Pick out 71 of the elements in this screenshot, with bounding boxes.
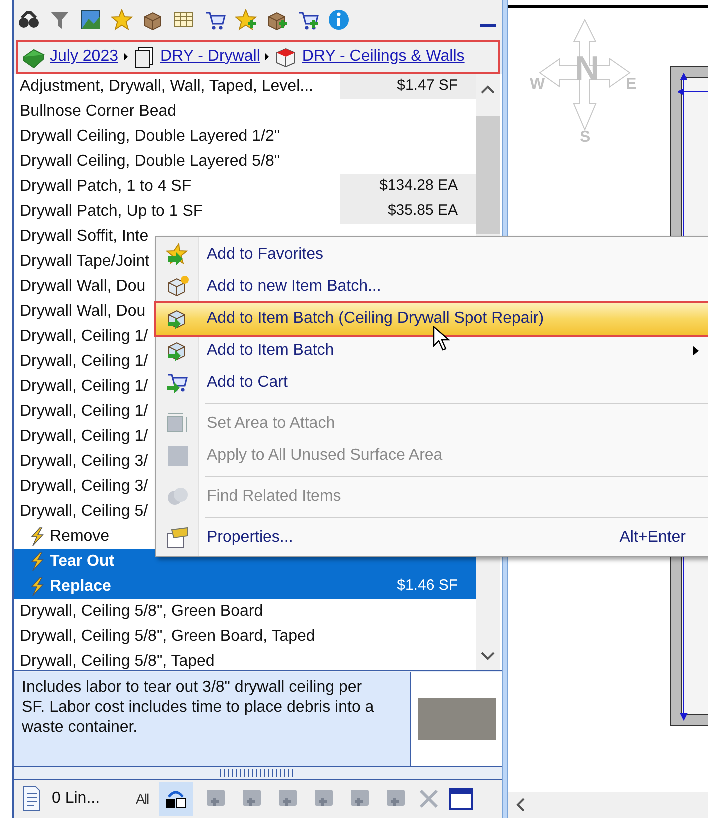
list-item-label[interactable]: Bullnose Corner Bead — [20, 100, 177, 124]
compass-label: N — [575, 49, 600, 90]
list-item-label[interactable]: Drywall, Ceiling 5/ — [20, 500, 148, 524]
breadcrumb-link[interactable]: July 2023 — [50, 45, 118, 69]
list-item-label[interactable]: Drywall, Ceiling 1/ — [20, 324, 148, 348]
list-item-price: $134.28 EA — [380, 176, 458, 196]
info-icon[interactable] — [328, 9, 350, 31]
list-item-label[interactable]: Drywall, Ceiling 5/8", Taped — [20, 650, 215, 670]
list-item-label[interactable]: Replace — [50, 574, 112, 598]
properties-icon — [166, 526, 190, 550]
line-count-label: 0 Lin... — [52, 789, 102, 809]
list-item-label[interactable]: Drywall Wall, Dou — [20, 300, 146, 324]
swap-button[interactable] — [158, 782, 193, 816]
breadcrumb-arrow-icon — [122, 52, 128, 62]
list-item-label[interactable]: Drywall Patch, 1 to 4 SF — [20, 174, 192, 198]
list-item-label[interactable]: Drywall, Ceiling 1/ — [20, 374, 148, 398]
new-box-icon — [166, 275, 190, 299]
mouse-cursor-icon — [433, 326, 451, 352]
list-item-label[interactable]: Drywall, Ceiling 1/ — [20, 424, 148, 448]
context-menu-item: Apply to All Unused Surface Area — [156, 440, 708, 472]
scroll-left-icon[interactable] — [516, 798, 525, 812]
list-item-label[interactable]: Adjustment, Drywall, Wall, Taped, Level... — [20, 74, 314, 98]
list-item-price: $1.46 SF — [397, 576, 458, 596]
selected-list-row[interactable]: Replace $1.46 SF — [14, 574, 476, 599]
list-item-label[interactable]: Drywall Patch, Up to 1 SF — [20, 200, 204, 224]
compass-label: S — [580, 128, 591, 148]
list-item-label[interactable]: Remove — [50, 524, 110, 548]
context-menu-item[interactable]: Add to Favorites — [156, 239, 708, 271]
list-item-label[interactable]: Drywall, Ceiling 1/ — [20, 350, 148, 374]
list-item-label[interactable]: Drywall, Ceiling 5/8", Green Board, Taped — [20, 624, 316, 648]
context-menu-item: Find Related Items — [156, 481, 708, 513]
list-item-label[interactable]: Drywall, Ceiling 3/ — [20, 450, 148, 474]
splitter-grip-icon[interactable] — [220, 769, 296, 777]
scroll-up-icon[interactable] — [481, 84, 495, 94]
list-item-label[interactable]: Drywall Soffit, Inte — [20, 224, 149, 248]
compass-label: E — [626, 75, 637, 95]
breadcrumb-arrow-icon — [264, 52, 270, 62]
list-item-price: $35.85 EA — [388, 201, 458, 222]
context-menu-item[interactable]: Add to Cart — [156, 367, 708, 399]
list-item-price: $1.47 SF — [397, 76, 458, 96]
add-star-icon[interactable] — [235, 9, 257, 31]
list-item-label[interactable]: Drywall Ceiling, Double Layered 1/2" — [20, 124, 280, 148]
list-item-label[interactable]: Drywall Ceiling, Double Layered 5/8" — [20, 150, 280, 174]
pages-icon — [132, 45, 156, 69]
list-item-label[interactable]: Drywall Tape/Joint — [20, 250, 150, 274]
list-item-label[interactable]: Drywall, Ceiling 1/ — [20, 400, 148, 424]
breadcrumb-link[interactable]: DRY - Ceilings & Walls — [302, 45, 465, 69]
list-item-label[interactable]: Tear Out — [50, 550, 115, 574]
context-menu-item: Set Area to Attach — [156, 408, 708, 440]
window-icon[interactable] — [448, 787, 473, 811]
context-menu-item[interactable]: Add to Item Batch (Ceiling Drywall Spot Repair) — [156, 303, 708, 335]
scroll-down-icon[interactable] — [481, 652, 495, 660]
binoculars-icon[interactable] — [18, 9, 40, 31]
add-star-icon — [166, 243, 190, 267]
list-item-label[interactable]: Drywall, Ceiling 5/8", Green Board — [20, 600, 264, 624]
square-icon — [166, 444, 190, 468]
context-menu-item[interactable]: Add to new Item Batch... — [156, 271, 708, 303]
scroll-thumb[interactable] — [476, 116, 500, 234]
compass-label: W — [530, 75, 546, 95]
item-description: Includes labor to tear out 3/8" drywall ceiling per SF. Labor cost includes time to place debris into a waste container. — [14, 672, 411, 766]
list-item-label[interactable]: Drywall, Ceiling 3/ — [20, 474, 148, 498]
lightning-icon — [28, 526, 46, 546]
list-item-label[interactable]: Drywall Wall, Dou — [20, 274, 146, 298]
lightning-icon — [28, 552, 46, 572]
star-icon[interactable] — [111, 9, 133, 31]
lightning-icon — [28, 576, 46, 596]
breadcrumb-link[interactable]: DRY - Drywall — [160, 45, 260, 69]
landscape-picture-icon[interactable] — [80, 9, 102, 31]
filter-all-button[interactable]: All — [136, 788, 149, 810]
document-icon — [22, 786, 42, 812]
filter-icon[interactable] — [49, 9, 71, 31]
